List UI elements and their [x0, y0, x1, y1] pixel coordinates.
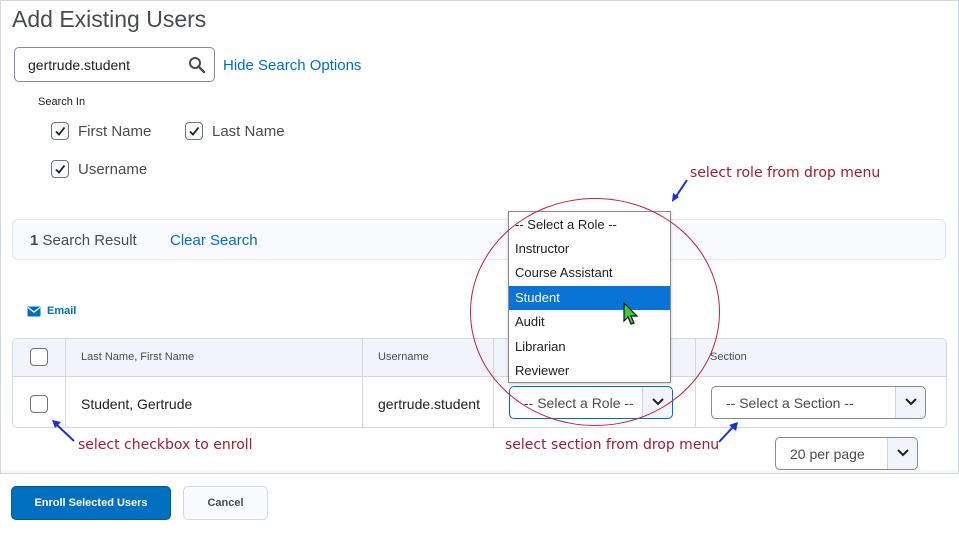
role-option[interactable]: Instructor	[509, 237, 670, 261]
role-select-toggle[interactable]	[642, 387, 672, 418]
column-divider	[493, 339, 494, 427]
role-option[interactable]: -- Select a Role --	[509, 213, 670, 237]
row-username: gertrude.student	[378, 396, 480, 412]
row-name: Student, Gertrude	[81, 396, 193, 412]
results-count: 1 Search Result	[30, 232, 137, 249]
role-option[interactable]: Course Assistant	[509, 261, 670, 285]
search-input-value: gertrude.student	[28, 57, 130, 73]
select-all-checkbox[interactable]	[30, 348, 48, 366]
chevron-down-icon	[652, 398, 664, 406]
role-option[interactable]: Audit	[509, 310, 670, 334]
username-label: Username	[78, 161, 148, 178]
cancel-button[interactable]: Cancel	[183, 486, 268, 520]
chevron-down-icon	[897, 449, 909, 457]
column-divider	[65, 339, 66, 427]
hide-search-options-link[interactable]: Hide Search Options	[223, 57, 361, 74]
per-page-toggle[interactable]	[887, 438, 917, 469]
per-page-value: 20 per page	[790, 446, 865, 462]
envelope-icon	[27, 306, 41, 316]
row-checkbox[interactable]	[30, 395, 48, 413]
column-divider	[362, 339, 363, 427]
column-divider	[695, 339, 696, 427]
annotation-arrow-icon	[672, 179, 688, 202]
checkmark-icon	[189, 126, 200, 136]
header-username: Username	[378, 351, 429, 363]
section-select-value: -- Select a Section --	[726, 395, 854, 411]
chevron-down-icon	[905, 398, 917, 406]
first-name-checkbox[interactable]	[51, 122, 69, 140]
annotation-arrow-icon	[52, 420, 75, 442]
checkmark-icon	[55, 126, 66, 136]
page-title: Add Existing Users	[12, 6, 207, 32]
header-section: Section	[710, 351, 747, 363]
clear-search-link[interactable]: Clear Search	[170, 232, 258, 249]
role-dropdown-list: -- Select a Role -- Instructor Course As…	[508, 211, 671, 383]
search-in-label: Search In	[38, 96, 86, 108]
role-select-value: -- Select a Role --	[524, 395, 634, 411]
annotation-arrow-icon	[718, 422, 738, 443]
mouse-cursor-icon	[623, 302, 639, 325]
enroll-selected-users-button[interactable]: Enroll Selected Users	[11, 486, 171, 520]
annotation-role: select role from drop menu	[690, 165, 881, 181]
annotation-section: select section from drop menu	[505, 437, 720, 453]
section-select-toggle[interactable]	[895, 387, 925, 418]
section-select[interactable]: -- Select a Section --	[711, 386, 926, 419]
role-select[interactable]: -- Select a Role --	[509, 386, 673, 419]
role-option-highlighted[interactable]: Student	[509, 286, 670, 310]
header-name: Last Name, First Name	[81, 351, 195, 363]
email-button[interactable]: Email	[27, 305, 76, 317]
email-label: Email	[47, 305, 77, 317]
last-name-label: Last Name	[212, 123, 285, 140]
first-name-label: First Name	[78, 123, 152, 140]
search-icon[interactable]	[188, 56, 206, 74]
annotation-checkbox: select checkbox to enroll	[78, 437, 253, 453]
role-option[interactable]: Reviewer	[509, 359, 670, 383]
search-input[interactable]: gertrude.student	[14, 47, 215, 82]
results-bar	[12, 219, 946, 260]
role-option[interactable]: Librarian	[509, 335, 670, 359]
last-name-checkbox[interactable]	[185, 122, 203, 140]
username-checkbox[interactable]	[51, 160, 69, 178]
per-page-select[interactable]: 20 per page	[775, 437, 918, 470]
checkmark-icon	[55, 164, 66, 174]
results-count-text: Search Result	[38, 232, 137, 249]
